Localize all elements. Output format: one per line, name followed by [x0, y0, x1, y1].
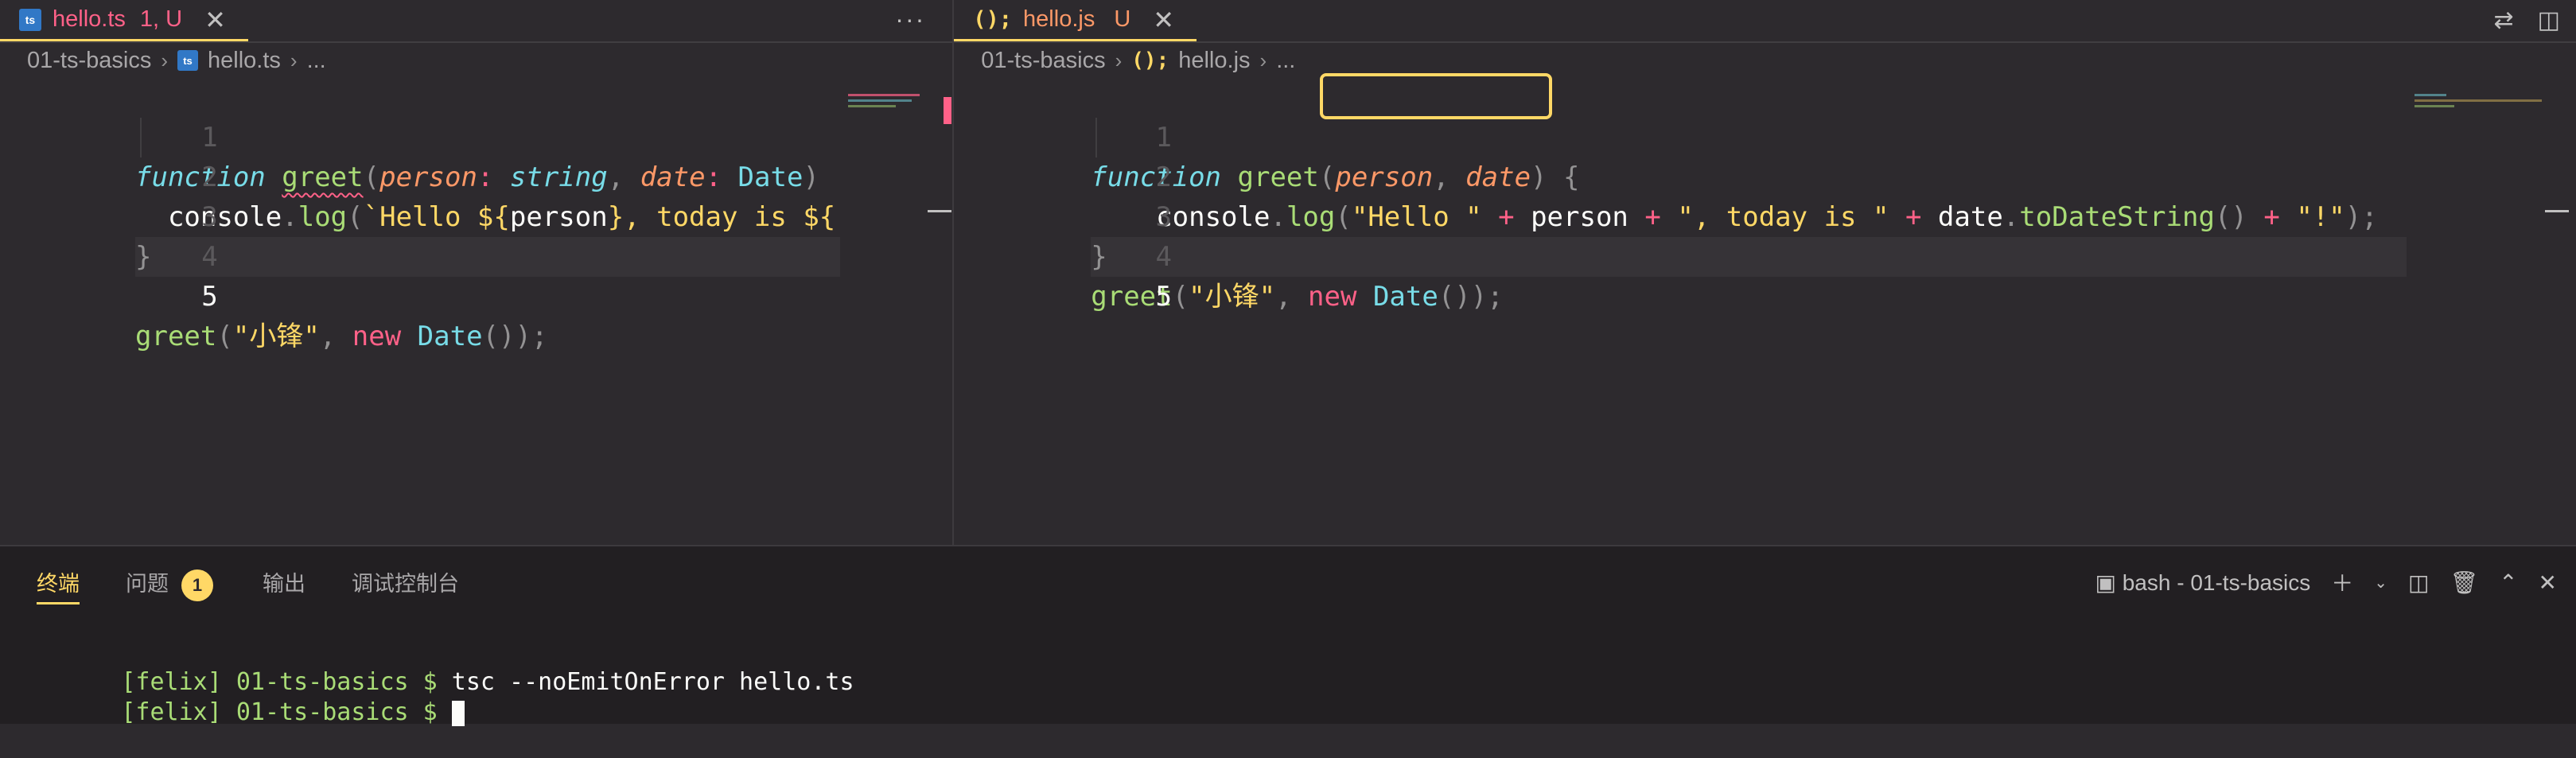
tab-title: hello.ts: [53, 6, 126, 32]
tab-debug-console[interactable]: 调试控制台: [352, 566, 459, 602]
trash-icon[interactable]: 🗑: [2450, 569, 2479, 596]
terminal-line: [felix] 01-ts-basics $ tsc --noEmitOnErr…: [35, 637, 854, 696]
split-editor-icon[interactable]: ◫: [2538, 6, 2560, 34]
code-line: 2 console.log(`Hello ${person}, today is…: [0, 118, 952, 233]
more-actions-icon[interactable]: ···: [895, 5, 925, 34]
panel-actions: ▣ bash - 01-ts-basics ＋ ⌄ ◫ 🗑 ⌃ ✕: [2095, 564, 2557, 601]
close-icon[interactable]: ✕: [1153, 5, 1174, 35]
breadcrumb-file[interactable]: hello.ts: [208, 48, 281, 74]
chevron-right-icon: ›: [1259, 48, 1267, 72]
tab-status: 1, U: [139, 6, 183, 32]
scroll-marker: [928, 210, 951, 212]
breadcrumb: 01-ts-basics › (); hello.js › ...: [954, 43, 2576, 78]
tab-hello-ts[interactable]: ts hello.ts 1, U ✕: [0, 0, 248, 41]
code-line: 4: [0, 197, 952, 273]
code-line: 1 function greet(person: string, date: D…: [0, 78, 952, 193]
breadcrumb-folder[interactable]: 01-ts-basics: [981, 48, 1105, 74]
tab-terminal[interactable]: 终端: [37, 566, 80, 604]
right-tab-bar: (); hello.js U ✕ ⇄ ◫: [954, 0, 2576, 43]
error-marker: [944, 97, 951, 124]
code-line: 1 function greet(person, date) {: [954, 78, 2576, 193]
breadcrumb-rest[interactable]: ...: [307, 48, 326, 74]
tab-hello-js[interactable]: (); hello.js U ✕: [954, 0, 1197, 41]
close-icon[interactable]: ✕: [204, 5, 226, 35]
terminal-icon: ▣: [2095, 569, 2116, 595]
tab-problems-label: 问题: [126, 572, 169, 596]
new-terminal-icon[interactable]: ＋: [2331, 566, 2353, 598]
left-editor-group: ts hello.ts 1, U ✕ ··· 01-ts-basics › ts…: [0, 0, 953, 545]
left-tab-bar: ts hello.ts 1, U ✕ ···: [0, 0, 953, 43]
terminal-command: tsc --noEmitOnError hello.ts: [451, 668, 854, 696]
code-line: 3 }: [954, 157, 2576, 273]
panel-tabs: 终端 问题 1 输出 调试控制台 ▣ bash - 01-ts-basics ＋ …: [0, 546, 2576, 620]
typescript-file-icon: ts: [177, 50, 198, 71]
source-control-compare-icon[interactable]: ⇄: [2494, 6, 2514, 34]
terminal-name: bash - 01-ts-basics: [2122, 569, 2311, 595]
terminal-prompt: [felix] 01-ts-basics $: [121, 668, 452, 696]
breadcrumb-file[interactable]: hello.js: [1178, 48, 1250, 74]
line-content: greet("小锋", new Date());: [135, 321, 548, 352]
tab-output[interactable]: 输出: [263, 566, 305, 602]
code-line: 5 greet("小锋", new Date());: [0, 237, 952, 352]
line-number: 5: [201, 281, 218, 313]
tab-problems[interactable]: 问题 1: [126, 566, 213, 602]
terminal-selector[interactable]: ▣ bash - 01-ts-basics: [2095, 569, 2310, 596]
code-line: 4 greet("小锋", new Date());: [954, 197, 2576, 313]
minimap[interactable]: [2415, 94, 2550, 110]
scroll-marker: [2545, 210, 2570, 212]
tab-title: hello.js: [1023, 6, 1095, 32]
right-editor-group: (); hello.js U ✕ ⇄ ◫ 01-ts-basics › (); …: [952, 0, 2576, 545]
split-terminal-icon[interactable]: ◫: [2408, 569, 2429, 596]
editor-actions: ⇄ ◫: [2494, 6, 2561, 34]
breadcrumb: 01-ts-basics › ts hello.ts › ...: [0, 43, 952, 78]
terminal-output[interactable]: [felix] 01-ts-basics $ tsc --noEmitOnErr…: [35, 637, 854, 726]
chevron-right-icon: ›: [161, 48, 168, 72]
code-line: 3 }: [0, 157, 952, 273]
chevron-right-icon: ›: [290, 48, 298, 72]
chevron-up-icon[interactable]: ⌃: [2499, 569, 2517, 596]
close-panel-icon[interactable]: ✕: [2539, 569, 2557, 596]
line-number: 5: [1155, 281, 1173, 313]
breadcrumb-folder[interactable]: 01-ts-basics: [27, 48, 151, 74]
code-editor[interactable]: 1 function greet(person: string, date: D…: [0, 78, 952, 352]
minimap[interactable]: [848, 94, 928, 110]
bottom-panel: 终端 问题 1 输出 调试控制台 ▣ bash - 01-ts-basics ＋ …: [0, 545, 2576, 726]
editor-area: ts hello.ts 1, U ✕ ··· 01-ts-basics › ts…: [0, 0, 2576, 545]
chevron-down-icon[interactable]: ⌄: [2374, 573, 2387, 593]
typescript-file-icon: ts: [19, 8, 41, 31]
problems-count-badge: 1: [181, 569, 213, 601]
javascript-file-icon: ();: [973, 7, 1013, 32]
tab-status: U: [1114, 6, 1131, 32]
code-line: 5: [954, 237, 2576, 313]
breadcrumb-rest[interactable]: ...: [1276, 48, 1295, 74]
javascript-file-icon: ();: [1131, 49, 1169, 72]
code-editor[interactable]: 1 function greet(person, date) { 2 conso…: [954, 73, 2576, 313]
code-line: 2 console.log("Hello " + person + ", tod…: [954, 118, 2576, 233]
chevron-right-icon: ›: [1115, 48, 1123, 72]
